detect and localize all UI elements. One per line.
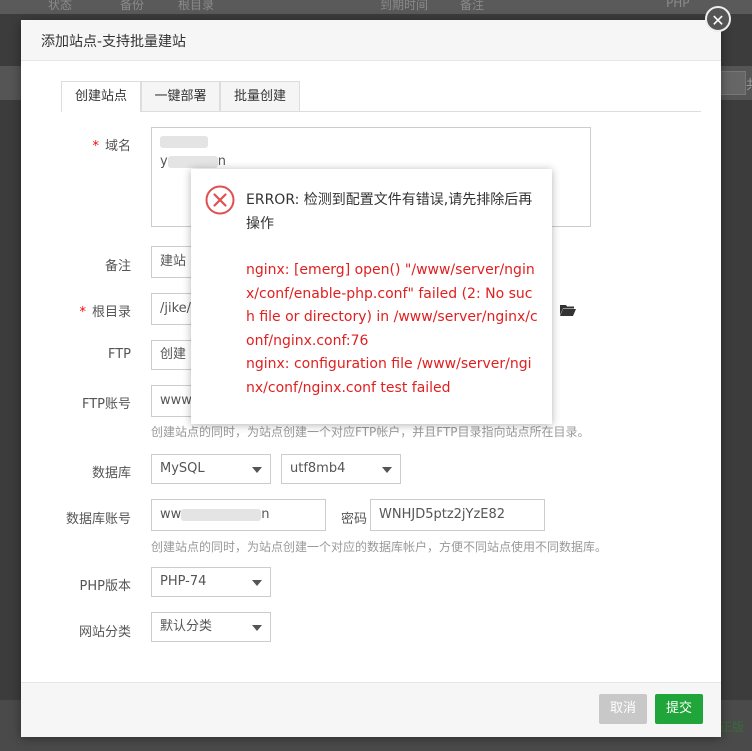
redacted-text xyxy=(160,135,208,148)
php-version-label: PHP版本 xyxy=(79,579,131,594)
database-label: 数据库 xyxy=(91,466,131,481)
bg-col-root: 根目录 xyxy=(178,0,215,12)
error-detail-line: nginx: configuration file /www/server/ng… xyxy=(246,356,532,396)
db-account-hint: 创建站点的同时，为站点创建一个对应的数据库帐户，方便不同站点使用不同数据库。 xyxy=(151,540,608,554)
error-title: ERROR: 检测到配置文件有错误,请先排除后再操作 xyxy=(246,192,533,232)
bg-col-expire: 到期时间 xyxy=(380,0,429,12)
remark-label: 备注 xyxy=(104,259,131,274)
close-dialog-button[interactable]: ✕ xyxy=(705,6,731,32)
cancel-button[interactable]: 取消 xyxy=(599,694,647,724)
chevron-down-icon xyxy=(252,625,262,631)
bg-col-php: PHP xyxy=(666,0,690,10)
background-table-header: 状态 备份 根目录 到期时间 备注 PHP xyxy=(0,0,752,14)
site-category-label: 网站分类 xyxy=(78,625,131,640)
error-popup: ERROR: 检测到配置文件有错误,请先排除后再操作 nginx: [emerg… xyxy=(191,169,552,424)
site-category-select[interactable]: 默认分类 xyxy=(151,612,271,642)
close-icon: ✕ xyxy=(711,11,725,30)
dialog-title: 添加站点-支持批量建站 xyxy=(41,34,187,50)
dialog-footer: 取消 提交 xyxy=(21,682,721,737)
bg-col-status: 状态 xyxy=(48,0,73,12)
php-version-select[interactable]: PHP-74 xyxy=(151,567,271,597)
tab-one-click-deploy[interactable]: 一键部署 xyxy=(141,81,220,111)
bg-col-remark: 备注 xyxy=(460,0,485,12)
bg-total-label: 共 xyxy=(746,74,752,93)
tab-bar: 创建站点 一键部署 批量创建 xyxy=(61,81,701,112)
database-type-select[interactable]: MySQL xyxy=(151,454,271,484)
chevron-down-icon xyxy=(252,467,262,473)
redacted-text xyxy=(181,508,262,521)
dialog-header: 添加站点-支持批量建站 xyxy=(21,20,721,61)
ftp-label: FTP xyxy=(107,347,131,362)
tab-create-site[interactable]: 创建站点 xyxy=(61,81,141,112)
tab-batch-create[interactable]: 批量创建 xyxy=(220,81,300,111)
folder-open-icon[interactable] xyxy=(560,304,576,316)
error-detail-line: nginx: [emerg] open() "/www/server/nginx… xyxy=(246,262,538,349)
db-password-label: 密码 xyxy=(341,512,368,527)
chevron-down-icon xyxy=(382,467,392,473)
db-account-label: 数据库账号 xyxy=(65,512,131,527)
ftp-account-label: FTP账号 xyxy=(81,397,131,412)
bg-col-backup: 备份 xyxy=(120,0,145,12)
db-account-input[interactable]: ww n xyxy=(151,499,326,531)
db-password-input[interactable]: WNHJD5ptz2jYzE82 xyxy=(370,499,545,531)
error-detail: nginx: [emerg] open() "/www/server/nginx… xyxy=(246,259,538,400)
root-dir-label: * 根目录 xyxy=(79,305,131,320)
bg-page-input xyxy=(720,71,746,95)
ftp-account-hint: 创建站点的同时，为站点创建一个对应FTP帐户，并且FTP目录指向站点所在目录。 xyxy=(151,425,590,439)
domain-label: * 域名 xyxy=(92,139,131,154)
submit-button[interactable]: 提交 xyxy=(655,694,703,724)
chevron-down-icon xyxy=(252,580,262,586)
redacted-text xyxy=(167,155,218,168)
database-charset-select[interactable]: utf8mb4 xyxy=(281,454,401,484)
error-x-icon xyxy=(205,185,235,215)
bg-license-link: 正版 xyxy=(720,720,745,734)
